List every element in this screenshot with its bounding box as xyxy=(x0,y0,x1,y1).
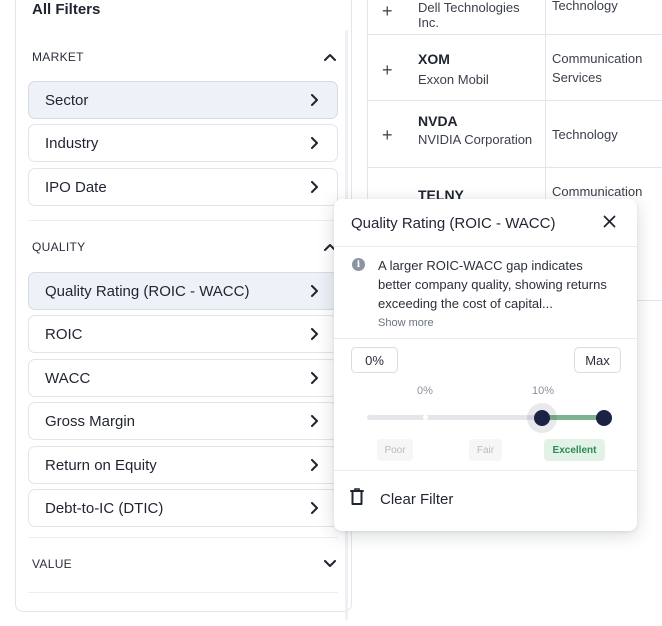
grade-excellent-chip[interactable]: Excellent xyxy=(544,439,605,461)
chevron-right-icon xyxy=(307,371,321,385)
filter-item-return-on-equity[interactable]: Return on Equity xyxy=(28,446,338,484)
section-divider xyxy=(28,537,338,538)
filter-item-label: Quality Rating (ROIC - WACC) xyxy=(45,282,250,300)
show-more-link[interactable]: Show more xyxy=(378,317,434,329)
section-divider xyxy=(28,592,338,593)
filter-item-quality-rating[interactable]: Quality Rating (ROIC - WACC) xyxy=(28,272,338,310)
expand-plus-icon[interactable]: + xyxy=(382,126,393,144)
filter-item-sector[interactable]: Sector xyxy=(28,81,338,119)
section-value-header[interactable]: VALUE xyxy=(32,554,337,574)
company-name: Dell Technologies Inc. xyxy=(418,0,520,30)
chevron-right-icon xyxy=(307,501,321,515)
filter-item-roic[interactable]: ROIC xyxy=(28,315,338,353)
quality-rating-popover: Quality Rating (ROIC - WACC) i A larger … xyxy=(334,199,637,531)
ticker: NVDA xyxy=(418,113,458,129)
expand-plus-icon[interactable]: + xyxy=(382,61,393,79)
table-row[interactable]: + Dell Technologies Inc. Technology xyxy=(368,0,662,35)
filter-item-label: Sector xyxy=(45,91,89,109)
filter-item-label: ROIC xyxy=(45,325,83,343)
company-name: Exxon Mobil xyxy=(418,72,489,87)
slider-min-handle[interactable] xyxy=(534,410,550,426)
popover-divider xyxy=(334,338,637,339)
filter-item-label: WACC xyxy=(45,369,91,387)
sector-name: Technology xyxy=(552,0,618,13)
popover-description: A larger ROIC-WACC gap indicates better … xyxy=(378,258,607,311)
chevron-right-icon xyxy=(307,180,321,194)
chevron-right-icon xyxy=(307,93,321,107)
ticker: XOM xyxy=(418,51,450,67)
chevron-up-icon xyxy=(323,50,337,64)
tick-label-0: 0% xyxy=(417,385,433,397)
filter-item-label: Return on Equity xyxy=(45,456,157,474)
chevron-right-icon xyxy=(307,136,321,150)
sector-name: Communication Services xyxy=(552,51,643,85)
chevron-right-icon xyxy=(307,458,321,472)
section-value-label: VALUE xyxy=(32,557,72,571)
filter-item-wacc[interactable]: WACC xyxy=(28,359,338,397)
filter-item-label: Gross Margin xyxy=(45,412,136,430)
popover-divider xyxy=(334,246,637,247)
filter-item-label: IPO Date xyxy=(45,178,107,196)
trash-icon xyxy=(350,488,364,510)
expand-plus-icon[interactable]: + xyxy=(382,2,393,20)
filter-item-label: Industry xyxy=(45,134,99,152)
grade-fair-chip[interactable]: Fair xyxy=(469,439,502,461)
filter-item-label: Debt-to-IC (DTIC) xyxy=(45,499,164,517)
filter-item-debt-to-ic[interactable]: Debt-to-IC (DTIC) xyxy=(28,489,338,527)
table-row[interactable]: + XOM Exxon Mobil Communication Services xyxy=(368,35,662,101)
popover-divider xyxy=(334,470,637,471)
sector-name: Technology xyxy=(552,127,618,142)
info-icon: i xyxy=(352,258,365,271)
slider-tick-dot xyxy=(423,415,428,420)
min-value-input[interactable]: 0% xyxy=(351,347,398,373)
grade-poor-chip[interactable]: Poor xyxy=(377,439,413,461)
section-quality-header[interactable]: QUALITY xyxy=(32,237,337,257)
filter-item-ipo-date[interactable]: IPO Date xyxy=(28,168,338,206)
filter-item-gross-margin[interactable]: Gross Margin xyxy=(28,402,338,440)
filter-item-industry[interactable]: Industry xyxy=(28,124,338,162)
chevron-right-icon xyxy=(307,327,321,341)
tick-label-10: 10% xyxy=(532,385,555,397)
section-quality-label: QUALITY xyxy=(32,240,86,254)
section-market-header[interactable]: MARKET xyxy=(32,47,337,67)
slider-max-handle[interactable] xyxy=(596,410,612,426)
table-row[interactable]: + NVDA NVIDIA Corporation Technology xyxy=(368,101,662,168)
popover-title: Quality Rating (ROIC - WACC) xyxy=(351,215,556,232)
clear-filter-label: Clear Filter xyxy=(380,490,454,508)
close-button[interactable] xyxy=(599,214,619,234)
chevron-right-icon xyxy=(307,414,321,428)
section-market-label: MARKET xyxy=(32,50,84,64)
chevron-down-icon xyxy=(323,557,337,571)
chevron-right-icon xyxy=(307,284,321,298)
section-divider xyxy=(28,220,338,221)
clear-filter-button[interactable]: Clear Filter xyxy=(350,484,453,514)
filters-title: All Filters xyxy=(32,1,101,18)
company-name: NVIDIA Corporation xyxy=(418,132,533,147)
max-value-input[interactable]: Max xyxy=(574,347,621,373)
close-icon xyxy=(603,215,616,233)
